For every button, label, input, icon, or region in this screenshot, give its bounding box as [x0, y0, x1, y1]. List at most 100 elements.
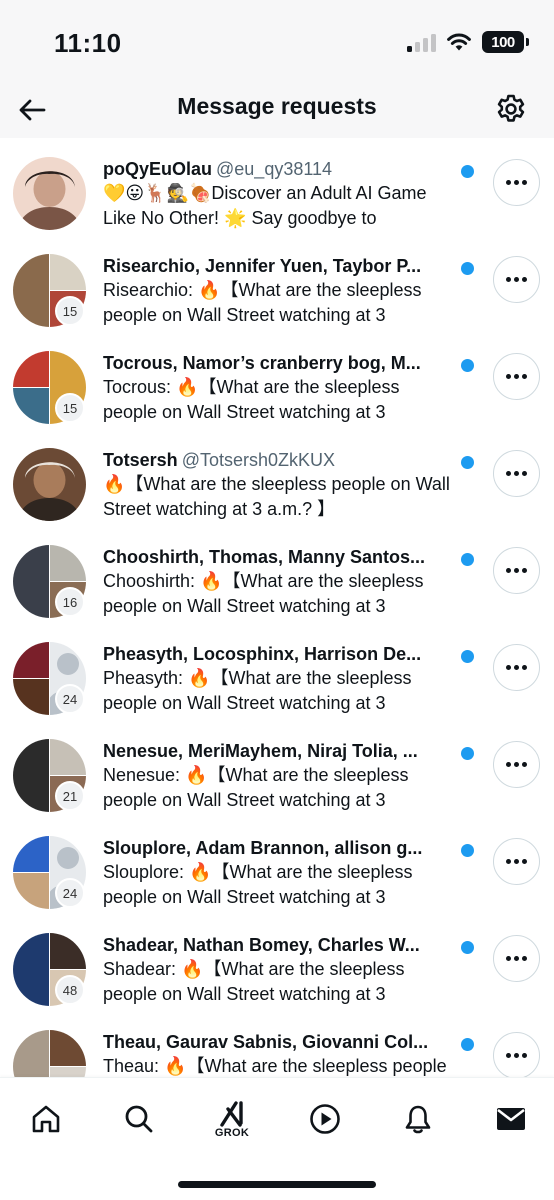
unread-indicator — [461, 359, 474, 372]
sender-handle: @eu_qy38114 — [216, 159, 333, 179]
dot-icon — [522, 762, 527, 767]
more-options-button[interactable] — [493, 256, 540, 303]
message-preview: Nenesue: 🔥【What are the sleepless people… — [103, 765, 409, 810]
participant-count-badge: 24 — [55, 878, 85, 908]
message-preview: Shadear: 🔥【What are the sleepless people… — [103, 959, 405, 1004]
dot-icon — [522, 568, 527, 573]
message-request-row[interactable]: 16 Chooshirth, Thomas, Manny Santos... C… — [0, 533, 554, 630]
message-preview: Pheasyth: 🔥【What are the sleepless peopl… — [103, 668, 412, 713]
sender-name: Pheasyth, Locosphinx, Harrison De... — [103, 644, 422, 664]
message-request-row[interactable]: 24 Pheasyth, Locosphinx, Harrison De... … — [0, 630, 554, 727]
request-content: Totsersh @Totsersh0ZkKUX 🔥【What are the s… — [103, 449, 455, 521]
sender-handle: @Totsersh0ZkKUX — [181, 450, 336, 470]
dot-icon — [514, 762, 519, 767]
tab-home[interactable] — [21, 1094, 71, 1144]
unread-indicator — [461, 747, 474, 760]
request-content: Theau, Gaurav Sabnis, Giovanni Col... Th… — [103, 1031, 455, 1077]
cellular-signal-icon — [407, 32, 436, 52]
message-preview: 💛😛🦌🕵🍖Discover an Adult AI Game Like No O… — [103, 183, 427, 228]
status-bar: 11:10 100 — [0, 0, 554, 88]
sender-name: Slouplore, Adam Brannon, allison g... — [103, 838, 423, 858]
dot-icon — [506, 762, 511, 767]
message-request-list: poQyEuOlau @eu_qy38114 💛😛🦌🕵🍖Discover an A… — [0, 145, 554, 1077]
dot-icon — [522, 277, 527, 282]
dot-icon — [506, 956, 511, 961]
dot-icon — [514, 471, 519, 476]
avatar-container: 48 — [13, 933, 86, 1006]
avatar-container — [13, 157, 86, 230]
avatar-container: 16 — [13, 545, 86, 618]
tab-search[interactable] — [114, 1094, 164, 1144]
more-options-button[interactable] — [493, 450, 540, 497]
dot-icon — [506, 859, 511, 864]
message-request-row[interactable]: 21 Nenesue, MeriMayhem, Niraj Tolia, ...… — [0, 727, 554, 824]
group-avatar[interactable] — [13, 1030, 86, 1077]
more-options-button[interactable] — [493, 353, 540, 400]
dot-icon — [514, 374, 519, 379]
more-options-button[interactable] — [493, 741, 540, 788]
name-line: Chooshirth, Thomas, Manny Santos... — [103, 546, 455, 569]
request-content: poQyEuOlau @eu_qy38114 💛😛🦌🕵🍖Discover an A… — [103, 158, 455, 230]
tab-video[interactable] — [300, 1094, 350, 1144]
message-request-row[interactable]: 15 Risearchio, Jennifer Yuen, Taybor P..… — [0, 242, 554, 339]
dot-icon — [506, 374, 511, 379]
gear-icon — [497, 94, 525, 122]
dot-icon — [514, 277, 519, 282]
name-line: Pheasyth, Locosphinx, Harrison De... — [103, 643, 455, 666]
battery-icon: 100 — [482, 31, 529, 53]
message-request-row[interactable]: 48 Shadear, Nathan Bomey, Charles W... S… — [0, 921, 554, 1018]
more-options-button[interactable] — [493, 159, 540, 206]
tab-grok-label: GROK — [214, 1127, 250, 1139]
bell-icon — [405, 1105, 431, 1134]
sender-name: Tocrous, Namor’s cranberry bog, M... — [103, 353, 421, 373]
dot-icon — [514, 1053, 519, 1058]
dot-icon — [506, 277, 511, 282]
more-options-button[interactable] — [493, 935, 540, 982]
avatar-container — [13, 1030, 86, 1077]
avatar-container: 21 — [13, 739, 86, 812]
message-request-row[interactable]: Theau, Gaurav Sabnis, Giovanni Col... Th… — [0, 1018, 554, 1077]
tab-notifications[interactable] — [393, 1094, 443, 1144]
tab-messages[interactable] — [486, 1094, 536, 1144]
tab-grok[interactable]: GROK — [207, 1094, 257, 1144]
avatar[interactable] — [13, 157, 86, 230]
message-preview: Tocrous: 🔥【What are the sleepless people… — [103, 377, 400, 422]
unread-indicator — [461, 165, 474, 178]
more-options-button[interactable] — [493, 838, 540, 885]
request-content: Tocrous, Namor’s cranberry bog, M... Toc… — [103, 352, 455, 424]
message-preview: Slouplore: 🔥【What are the sleepless peop… — [103, 862, 413, 907]
settings-button[interactable] — [492, 90, 530, 128]
sender-name: Totsersh — [103, 450, 178, 470]
message-preview: Chooshirth: 🔥【What are the sleepless peo… — [103, 571, 424, 616]
unread-indicator — [461, 650, 474, 663]
home-icon — [32, 1105, 60, 1133]
status-time: 11:10 — [54, 28, 122, 58]
more-options-button[interactable] — [493, 1032, 540, 1077]
participant-count-badge: 16 — [55, 587, 85, 617]
dot-icon — [506, 665, 511, 670]
avatar[interactable] — [13, 448, 86, 521]
message-request-row[interactable]: Totsersh @Totsersh0ZkKUX 🔥【What are the s… — [0, 436, 554, 533]
message-preview: Risearchio: 🔥【What are the sleepless peo… — [103, 280, 422, 325]
dot-icon — [514, 568, 519, 573]
unread-indicator — [461, 456, 474, 469]
request-content: Risearchio, Jennifer Yuen, Taybor P... R… — [103, 255, 455, 327]
dot-icon — [522, 956, 527, 961]
dot-icon — [506, 180, 511, 185]
sender-name: Chooshirth, Thomas, Manny Santos... — [103, 547, 426, 567]
message-request-row[interactable]: 24 Slouplore, Adam Brannon, allison g...… — [0, 824, 554, 921]
participant-count-badge: 15 — [55, 296, 85, 326]
message-request-row[interactable]: poQyEuOlau @eu_qy38114 💛😛🦌🕵🍖Discover an A… — [0, 145, 554, 242]
request-content: Nenesue, MeriMayhem, Niraj Tolia, ... Ne… — [103, 740, 455, 812]
grok-icon — [220, 1101, 243, 1127]
unread-indicator — [461, 941, 474, 954]
more-options-button[interactable] — [493, 547, 540, 594]
request-content: Pheasyth, Locosphinx, Harrison De... Phe… — [103, 643, 455, 715]
dot-icon — [522, 859, 527, 864]
avatar-container: 15 — [13, 254, 86, 327]
message-request-row[interactable]: 15 Tocrous, Namor’s cranberry bog, M... … — [0, 339, 554, 436]
more-options-button[interactable] — [493, 644, 540, 691]
message-preview: Theau: 🔥【What are the sleepless people o… — [103, 1056, 447, 1076]
dot-icon — [522, 374, 527, 379]
name-line: Theau, Gaurav Sabnis, Giovanni Col... — [103, 1031, 455, 1054]
